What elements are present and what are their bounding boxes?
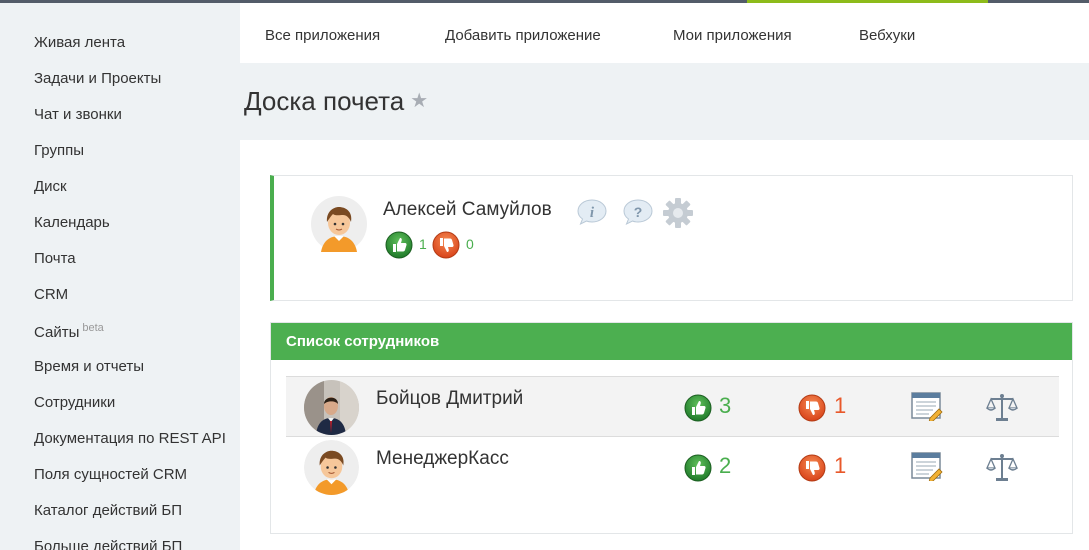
employee-list-panel: Список сотрудников Бойцов Дмитрий 3 1 Ме… [270,322,1073,534]
sidebar-item-label: Сайты [34,324,80,341]
tab-add-app[interactable]: Добавить приложение [445,27,601,44]
sidebar-item-more-bp[interactable]: Больше действий БП [34,538,182,550]
sidebar-item-label: Живая лента [34,34,126,51]
left-sidebar: Живая лента Задачи и Проекты Чат и звонк… [0,3,240,550]
sidebar-item-mail[interactable]: Почта [34,250,76,267]
user-name[interactable]: Алексей Самуйлов [383,199,552,221]
beta-badge: beta [82,322,104,334]
thumbs-down-icon[interactable] [798,394,826,422]
likes-count: 3 [719,393,732,418]
dislikes-count: 1 [834,453,847,478]
current-user-card: Алексей Самуйлов i ? 1 0 [270,175,1073,301]
sidebar-item-label: CRM [34,286,69,303]
sidebar-item-label: Календарь [34,214,110,231]
thumbs-up-icon[interactable] [684,394,712,422]
page-title: Доска почета ★ [244,86,428,117]
sidebar-item-groups[interactable]: Группы [34,142,84,159]
thumbs-up-icon[interactable] [684,454,712,482]
sidebar-item-label: Чат и звонки [34,106,122,123]
info-icon[interactable]: i [576,197,608,227]
scales-icon[interactable] [986,452,1018,482]
calendar-icon[interactable] [911,451,943,481]
thumbs-up-icon[interactable] [385,231,413,259]
sidebar-item-label: Каталог действий БП [34,502,183,519]
sidebar-item-chat[interactable]: Чат и звонки [34,106,122,123]
thumbs-down-icon[interactable] [798,454,826,482]
sidebar-item-disk[interactable]: Диск [34,178,67,195]
employee-name[interactable]: Бойцов Дмитрий [376,388,523,410]
likes-count: 1 [419,236,427,252]
likes-count: 2 [719,453,732,478]
sidebar-item-label: Поля сущностей CRM [34,466,188,483]
avatar [311,196,367,252]
sidebar-item-label: Диск [34,178,67,195]
avatar[interactable] [304,440,359,495]
avatar[interactable] [304,380,359,435]
page-title-text: Доска почета [244,86,405,116]
sidebar-item-crm[interactable]: CRM [34,286,68,303]
thumbs-down-icon[interactable] [432,231,460,259]
star-icon[interactable]: ★ [410,90,428,112]
sidebar-item-label: Задачи и Проекты [34,70,162,87]
sidebar-item-label: Почта [34,250,76,267]
sidebar-item-live-feed[interactable]: Живая лента [34,34,125,51]
sidebar-item-label: Больше действий БП [34,538,183,550]
sidebar-item-rest-docs[interactable]: Документация по REST API [34,430,226,447]
tab-all-apps[interactable]: Все приложения [265,27,380,44]
tab-webhooks[interactable]: Вебхуки [859,27,915,44]
sidebar-item-crm-fields[interactable]: Поля сущностей CRM [34,466,187,483]
help-icon[interactable]: ? [622,197,654,227]
dislikes-count: 0 [466,236,474,252]
sidebar-item-tasks[interactable]: Задачи и Проекты [34,70,161,87]
dislikes-count: 1 [834,393,847,418]
sidebar-item-label: Документация по REST API [34,430,226,447]
svg-text:?: ? [634,204,643,220]
employee-name[interactable]: МенеджерКасс [376,448,509,470]
scales-icon[interactable] [986,392,1018,422]
sidebar-item-label: Время и отчеты [34,358,145,375]
sidebar-item-sites[interactable]: Сайты beta [34,322,104,341]
top-navigation: Все приложения Добавить приложение Мои п… [240,3,1089,63]
calendar-icon[interactable] [911,391,943,421]
employee-list-header: Список сотрудников [271,323,1072,360]
table-row: Бойцов Дмитрий 3 1 [286,376,1059,437]
sidebar-item-calendar[interactable]: Календарь [34,214,110,231]
sidebar-item-label: Сотрудники [34,394,116,411]
sidebar-item-label: Группы [34,142,84,159]
tab-my-apps[interactable]: Мои приложения [673,27,792,44]
gear-icon[interactable] [662,197,694,229]
table-row: МенеджерКасс 2 1 [286,437,1059,498]
sidebar-item-bp-catalog[interactable]: Каталог действий БП [34,502,182,519]
sidebar-item-employees[interactable]: Сотрудники [34,394,115,411]
sidebar-item-time-reports[interactable]: Время и отчеты [34,358,144,375]
